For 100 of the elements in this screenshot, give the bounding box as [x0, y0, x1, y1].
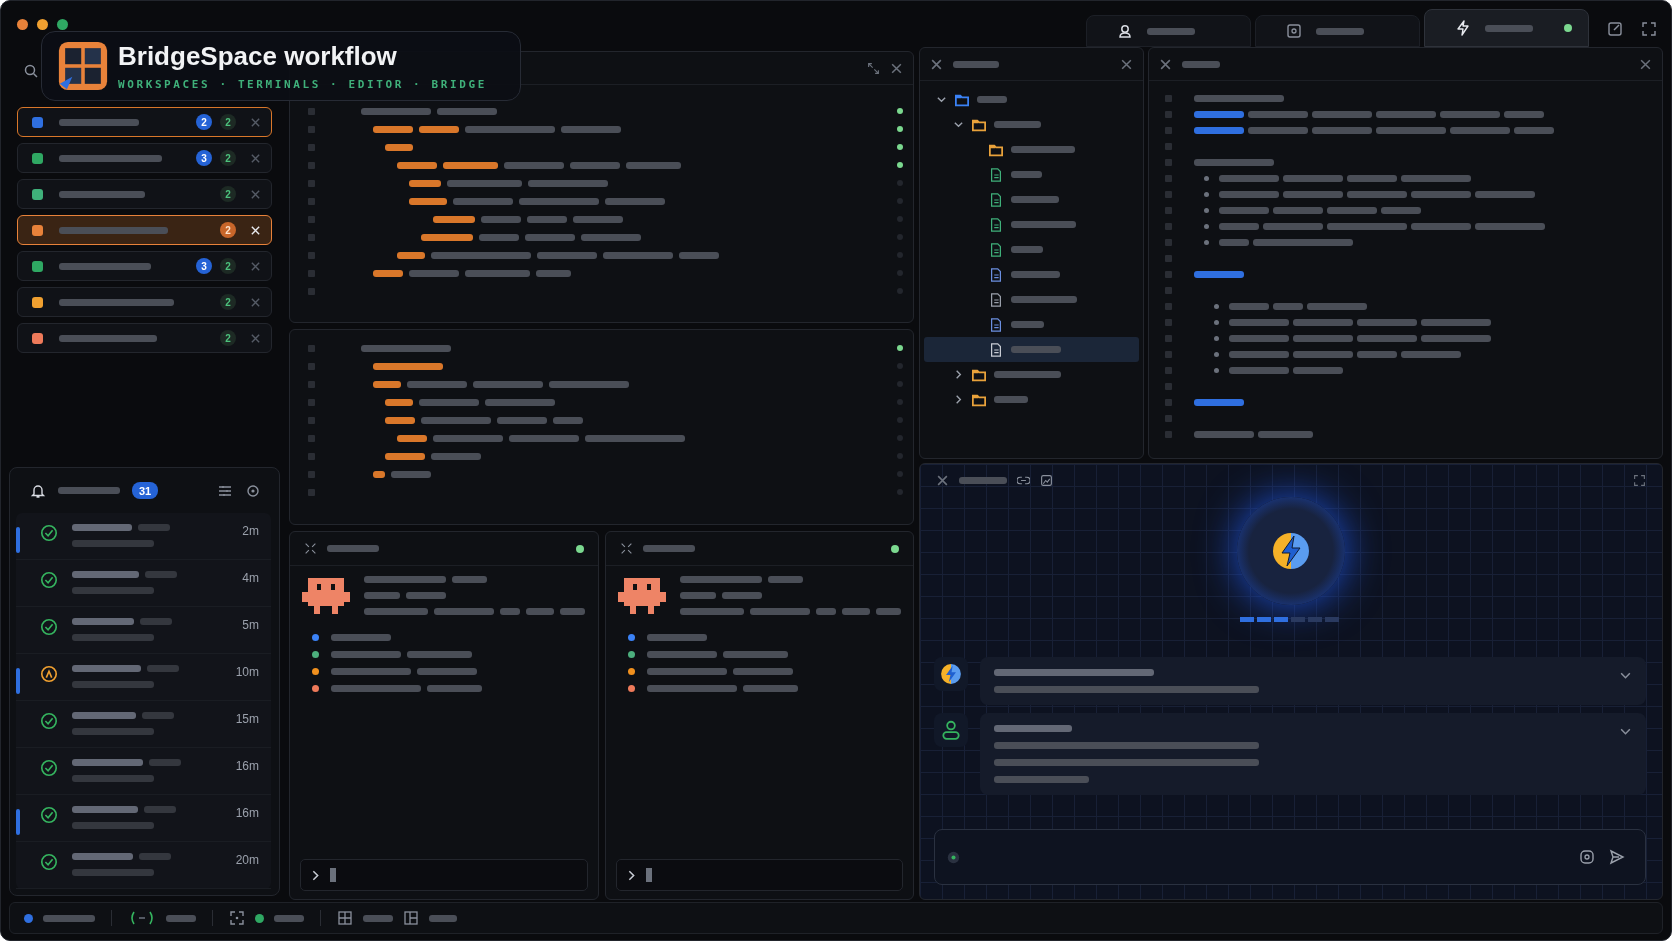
fullscreen-icon[interactable] [1641, 21, 1657, 37]
search-icon[interactable] [23, 63, 39, 79]
notification-item[interactable]: 2m [16, 513, 271, 560]
redacted-code [561, 125, 621, 133]
line-status-dot [897, 345, 903, 351]
workspace-item[interactable]: 3 2 [17, 251, 272, 281]
redacted-text [43, 914, 95, 922]
command-input-field[interactable] [615, 859, 903, 891]
redacted-text [1248, 111, 1308, 118]
redacted-code [479, 233, 519, 241]
redacted-text [1401, 175, 1471, 182]
redacted-text [72, 524, 132, 531]
redacted-code [397, 251, 425, 259]
redacted-text [1011, 246, 1043, 253]
redacted-text [1411, 223, 1471, 230]
chevron-down-icon[interactable] [953, 119, 964, 130]
message-card[interactable] [980, 657, 1646, 705]
expand-icon[interactable] [304, 542, 317, 555]
redacted-text [841, 608, 870, 615]
expand-icon[interactable] [619, 542, 633, 555]
workspace-tab[interactable] [1086, 15, 1251, 47]
unread-badge: 3 [196, 150, 212, 166]
workspace-item[interactable]: 2 [17, 287, 272, 317]
line-status-dot [897, 471, 903, 477]
focus-icon [229, 910, 245, 926]
redacted-code [373, 470, 385, 478]
redacted-text [722, 651, 788, 658]
notification-item[interactable]: 10m [16, 654, 271, 701]
redacted-code [573, 215, 623, 223]
redacted-text [72, 759, 143, 766]
count-badge: 2 [220, 222, 236, 238]
chevron-right-icon[interactable] [953, 369, 964, 380]
redacted-text [144, 806, 176, 813]
notification-item[interactable]: 5m [16, 607, 271, 654]
redacted-text [1229, 351, 1289, 358]
redacted-text [58, 487, 120, 494]
text-cursor [330, 868, 336, 882]
notification-item[interactable]: 20m [16, 842, 271, 889]
list-bullet [1204, 208, 1209, 213]
workspace-item[interactable]: 2 [17, 323, 272, 353]
redacted-text [953, 60, 999, 68]
notification-item[interactable]: 4m [16, 560, 271, 607]
workspace-tab[interactable] [1255, 15, 1420, 47]
fullscreen-icon[interactable] [1633, 474, 1646, 487]
status-dot [1564, 24, 1572, 32]
redacted-code [570, 161, 620, 169]
redacted-text [1312, 127, 1372, 134]
redacted-text [1258, 431, 1313, 438]
redacted-code [373, 362, 443, 370]
text-cursor [645, 868, 652, 882]
redacted-code [431, 452, 481, 460]
redacted-code [373, 269, 403, 277]
redacted-text [1194, 399, 1244, 406]
close-window-button[interactable] [17, 18, 28, 30]
redacted-text [1194, 431, 1254, 438]
redacted-text [1229, 367, 1289, 374]
redacted-text [72, 618, 134, 625]
popout-icon[interactable] [1607, 21, 1623, 37]
redacted-text [1357, 335, 1417, 342]
lightning-logo-icon [1271, 531, 1311, 571]
command-input-field[interactable] [300, 859, 588, 891]
redacted-text [875, 608, 901, 615]
notification-time: 10m [235, 665, 259, 679]
redacted-text [1504, 111, 1544, 118]
send-icon[interactable] [1609, 849, 1625, 865]
workspace-item[interactable]: 2 2 [17, 107, 272, 137]
expand-icon[interactable] [867, 61, 880, 75]
app-subtitle: WORKSPACES · TERMINALS · EDITOR · BRIDGE [118, 78, 487, 91]
image-icon[interactable] [1040, 474, 1053, 487]
chevron-down-icon[interactable] [936, 94, 947, 105]
redacted-code [361, 107, 431, 115]
redacted-text [646, 651, 717, 658]
notification-time: 5m [242, 618, 259, 632]
redacted-text [72, 806, 138, 813]
workspace-tab[interactable] [1424, 9, 1589, 47]
redacted-text [331, 634, 391, 641]
redacted-text [1248, 127, 1308, 134]
notification-item[interactable]: 16m [16, 748, 271, 795]
message-input-field[interactable] [934, 829, 1646, 885]
link-icon[interactable] [1017, 474, 1030, 487]
chevron-right-icon[interactable] [953, 394, 964, 405]
redacted-text [364, 608, 428, 615]
redacted-code [509, 434, 579, 442]
workspace-item[interactable]: 3 2 [17, 143, 272, 173]
redacted-text [274, 914, 304, 922]
notification-time: 2m [242, 524, 259, 538]
redacted-text [977, 96, 1007, 103]
redacted-text [1376, 127, 1446, 134]
settings-icon[interactable] [245, 482, 261, 499]
redacted-text [1347, 191, 1407, 198]
workspace-item[interactable]: 2 [17, 179, 272, 209]
notification-item[interactable]: 16m [16, 795, 271, 842]
redacted-code [409, 269, 459, 277]
redacted-text [994, 396, 1028, 403]
maximize-window-button[interactable] [57, 18, 68, 30]
redacted-code [553, 416, 583, 424]
minimize-window-button[interactable] [37, 18, 48, 30]
notification-time: 16m [235, 806, 259, 820]
bell-icon[interactable] [30, 482, 46, 499]
notification-item[interactable]: 15m [16, 701, 271, 748]
